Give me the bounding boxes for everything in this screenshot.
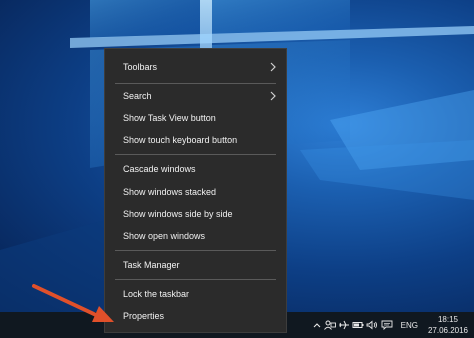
annotation-arrow [32, 284, 114, 322]
